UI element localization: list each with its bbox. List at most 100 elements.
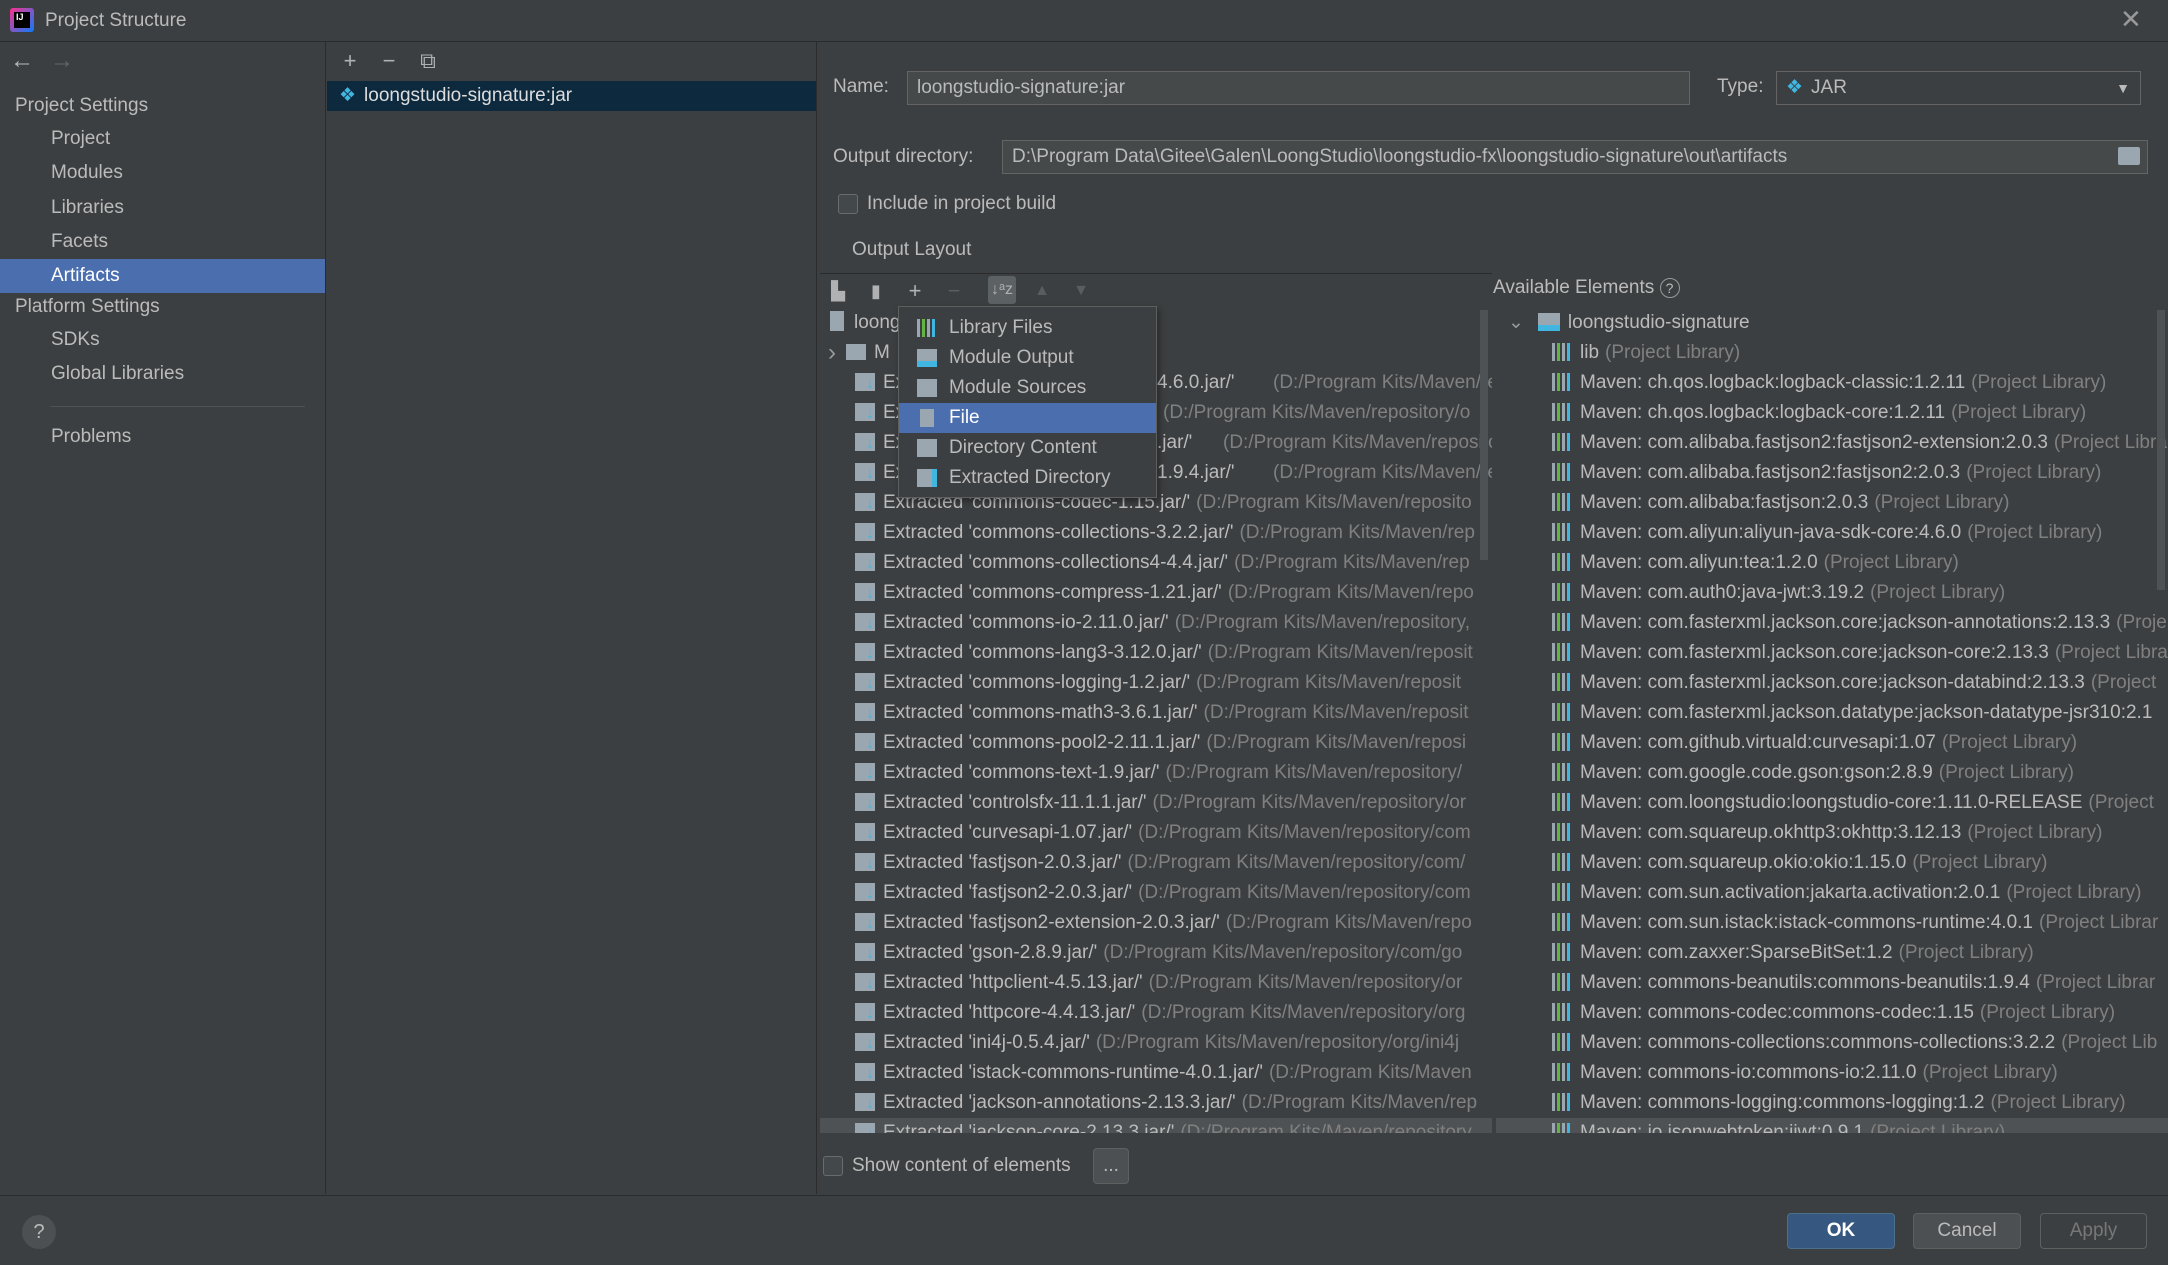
- show-content-options-button[interactable]: ...: [1093, 1148, 1129, 1184]
- copy-artifact-button[interactable]: ⧉: [414, 47, 442, 75]
- name-input[interactable]: loongstudio-signature:jar: [907, 71, 1690, 105]
- tree-row[interactable]: Extracted 'commons-collections-3.2.2.jar…: [820, 518, 1492, 548]
- help-button[interactable]: ?: [22, 1215, 56, 1249]
- type-select[interactable]: ❖ JAR ▼: [1776, 71, 2141, 105]
- tree-row[interactable]: Extracted 'gson-2.8.9.jar/'(D:/Program K…: [820, 938, 1492, 968]
- tree-row[interactable]: Extracted 'commons-math3-3.6.1.jar/'(D:/…: [820, 698, 1492, 728]
- available-item[interactable]: Maven: com.github.virtuald:curvesapi:1.0…: [1496, 728, 2168, 758]
- tree-row[interactable]: Extracted 'fastjson2-2.0.3.jar/'(D:/Prog…: [820, 878, 1492, 908]
- artifact-item[interactable]: ❖ loongstudio-signature:jar: [327, 81, 816, 111]
- tree-row[interactable]: Extracted 'jackson-core-2.13.3.jar/' (D:/…: [820, 1118, 1492, 1133]
- item-name: Maven: com.alibaba.fastjson2:fastjson2:2…: [1580, 462, 1961, 483]
- available-item[interactable]: Maven: com.auth0:java-jwt:3.19.2 (Project…: [1496, 578, 2168, 608]
- menu-item-library-files[interactable]: Library Files: [899, 313, 1156, 343]
- layout-scrollbar[interactable]: [1480, 310, 1488, 560]
- cancel-button[interactable]: Cancel: [1913, 1213, 2021, 1249]
- chevron-right-icon[interactable]: ›: [828, 338, 836, 368]
- available-item[interactable]: Maven: commons-logging:commons-logging:1…: [1496, 1088, 2168, 1118]
- sidebar-item-artifacts[interactable]: Artifacts: [0, 259, 325, 293]
- available-item[interactable]: Maven: com.google.code.gson:gson:2.8.9 (P…: [1496, 758, 2168, 788]
- tree-row[interactable]: Extracted 'commons-collections4-4.4.jar/…: [820, 548, 1492, 578]
- tree-row[interactable]: Extracted 'commons-pool2-2.11.1.jar/'(D:…: [820, 728, 1492, 758]
- tree-row[interactable]: Extracted 'commons-compress-1.21.jar/'(D…: [820, 578, 1492, 608]
- sidebar-item-project[interactable]: Project: [0, 122, 325, 156]
- available-item[interactable]: Maven: com.aliyun:tea:1.2.0 (Project Libr…: [1496, 548, 2168, 578]
- sidebar-item-sdks[interactable]: SDKs: [0, 323, 325, 357]
- available-item[interactable]: Maven: com.loongstudio:loongstudio-core:…: [1496, 788, 2168, 818]
- remove-artifact-button[interactable]: −: [375, 47, 403, 75]
- tree-row[interactable]: Extracted 'curvesapi-1.07.jar/'(D:/Progr…: [820, 818, 1492, 848]
- tree-row[interactable]: Extracted 'controlsfx-11.1.1.jar/'(D:/Pr…: [820, 788, 1492, 818]
- sort-az-button[interactable]: ↓ᵃz: [988, 276, 1016, 304]
- available-item[interactable]: Maven: com.fasterxml.jackson.core:jackso…: [1496, 638, 2168, 668]
- output-directory-input[interactable]: D:\Program Data\Gitee\Galen\LoongStudio\…: [1002, 140, 2148, 174]
- sidebar-item-libraries[interactable]: Libraries: [0, 191, 325, 225]
- add-artifact-button[interactable]: +: [336, 47, 364, 75]
- available-item[interactable]: lib (Project Library): [1496, 338, 2168, 368]
- move-down-button[interactable]: ▼: [1067, 277, 1095, 305]
- tree-row-path: (D:/Program Kits/Maven/repo: [1227, 582, 1474, 603]
- menu-item-file[interactable]: File: [899, 403, 1156, 433]
- show-content-checkbox[interactable]: [823, 1156, 843, 1176]
- include-in-build-checkbox[interactable]: [838, 194, 858, 214]
- ok-button[interactable]: OK: [1787, 1213, 1895, 1249]
- available-item[interactable]: Maven: com.zaxxer:SparseBitSet:1.2 (Proje…: [1496, 938, 2168, 968]
- sidebar-item-facets[interactable]: Facets: [0, 225, 325, 259]
- tree-row-name: Extracted 'fastjson-2.0.3.jar/': [883, 852, 1122, 873]
- close-icon[interactable]: ✕: [2120, 4, 2142, 35]
- available-item[interactable]: Maven: com.squareup.okhttp3:okhttp:3.12.…: [1496, 818, 2168, 848]
- available-item[interactable]: Maven: com.fasterxml.jackson.core:jackso…: [1496, 668, 2168, 698]
- move-up-button[interactable]: ▲: [1028, 277, 1056, 305]
- remove-element-button[interactable]: −: [940, 277, 968, 305]
- available-item[interactable]: Maven: com.sun.istack:istack-commons-run…: [1496, 908, 2168, 938]
- tree-row[interactable]: Extracted 'fastjson2-extension-2.0.3.jar…: [820, 908, 1492, 938]
- available-item[interactable]: Maven: commons-collections:commons-colle…: [1496, 1028, 2168, 1058]
- available-item[interactable]: Maven: com.alibaba.fastjson2:fastjson2:2…: [1496, 458, 2168, 488]
- available-item[interactable]: Maven: ch.qos.logback:logback-classic:1.…: [1496, 368, 2168, 398]
- menu-item-extracted-directory[interactable]: Extracted Directory: [899, 463, 1156, 493]
- sidebar-item-problems[interactable]: Problems: [0, 420, 325, 454]
- available-elements-tree[interactable]: ⌄ loongstudio-signature lib (Project Librar…: [1496, 308, 2168, 1133]
- back-button[interactable]: ←: [10, 47, 34, 75]
- browse-folder-icon[interactable]: [2118, 147, 2140, 165]
- available-item[interactable]: Maven: commons-codec:commons-codec:1.15(…: [1496, 998, 2168, 1028]
- add-element-button[interactable]: +: [901, 277, 929, 305]
- library-icon: [1552, 733, 1572, 751]
- apply-button[interactable]: Apply: [2040, 1213, 2147, 1249]
- available-item[interactable]: Maven: com.aliyun:aliyun-java-sdk-core:4…: [1496, 518, 2168, 548]
- library-icon: [1552, 913, 1572, 931]
- tree-row[interactable]: Extracted 'istack-commons-runtime-4.0.1.…: [820, 1058, 1492, 1088]
- tree-row[interactable]: Extracted 'ini4j-0.5.4.jar/'(D:/Program …: [820, 1028, 1492, 1058]
- available-item[interactable]: Maven: com.alibaba:fastjson:2.0.3 (Projec…: [1496, 488, 2168, 518]
- menu-item-directory-content[interactable]: Directory Content: [899, 433, 1156, 463]
- create-archive-icon[interactable]: ▮: [862, 277, 890, 305]
- menu-item-module-sources[interactable]: Module Sources: [899, 373, 1156, 403]
- available-item[interactable]: Maven: io.jsonwebtoken:jjwt:0.9.1 (Projec…: [1496, 1118, 2168, 1133]
- available-item[interactable]: Maven: com.alibaba.fastjson2:fastjson2-e…: [1496, 428, 2168, 458]
- tree-row[interactable]: Extracted 'commons-logging-1.2.jar/'(D:/…: [820, 668, 1492, 698]
- available-item[interactable]: Maven: commons-io:commons-io:2.11.0 (Proj…: [1496, 1058, 2168, 1088]
- tree-row[interactable]: Extracted 'fastjson-2.0.3.jar/'(D:/Progr…: [820, 848, 1492, 878]
- forward-button[interactable]: →: [50, 47, 74, 75]
- extracted-directory-icon: [855, 913, 875, 931]
- available-item[interactable]: Maven: com.squareup.okio:okio:1.15.0 (Pro…: [1496, 848, 2168, 878]
- available-item[interactable]: Maven: commons-beanutils:commons-beanuti…: [1496, 968, 2168, 998]
- tree-row[interactable]: Extracted 'commons-lang3-3.12.0.jar/'(D:…: [820, 638, 1492, 668]
- available-root[interactable]: ⌄ loongstudio-signature: [1496, 308, 2168, 338]
- tree-row[interactable]: Extracted 'commons-text-1.9.jar/'(D:/Pro…: [820, 758, 1492, 788]
- tree-row[interactable]: Extracted 'commons-io-2.11.0.jar/'(D:/Pr…: [820, 608, 1492, 638]
- tree-row[interactable]: Extracted 'httpclient-4.5.13.jar/'(D:/Pr…: [820, 968, 1492, 998]
- available-item[interactable]: Maven: com.fasterxml.jackson.datatype:ja…: [1496, 698, 2168, 728]
- available-item[interactable]: Maven: com.sun.activation:jakarta.activa…: [1496, 878, 2168, 908]
- available-item[interactable]: Maven: com.fasterxml.jackson.core:jackso…: [1496, 608, 2168, 638]
- help-icon[interactable]: ?: [1659, 278, 1680, 298]
- tree-row[interactable]: Extracted 'httpcore-4.4.13.jar/'(D:/Prog…: [820, 998, 1492, 1028]
- sidebar-item-modules[interactable]: Modules: [0, 156, 325, 190]
- sidebar-item-global-libraries[interactable]: Global Libraries: [0, 357, 325, 391]
- tree-row[interactable]: Extracted 'jackson-annotations-2.13.3.ja…: [820, 1088, 1492, 1118]
- available-item[interactable]: Maven: ch.qos.logback:logback-core:1.2.1…: [1496, 398, 2168, 428]
- chevron-down-icon[interactable]: ⌄: [1508, 312, 1524, 333]
- available-scrollbar[interactable]: [2157, 310, 2165, 590]
- menu-item-module-output[interactable]: Module Output: [899, 343, 1156, 373]
- create-directory-icon[interactable]: ▙: [824, 277, 852, 305]
